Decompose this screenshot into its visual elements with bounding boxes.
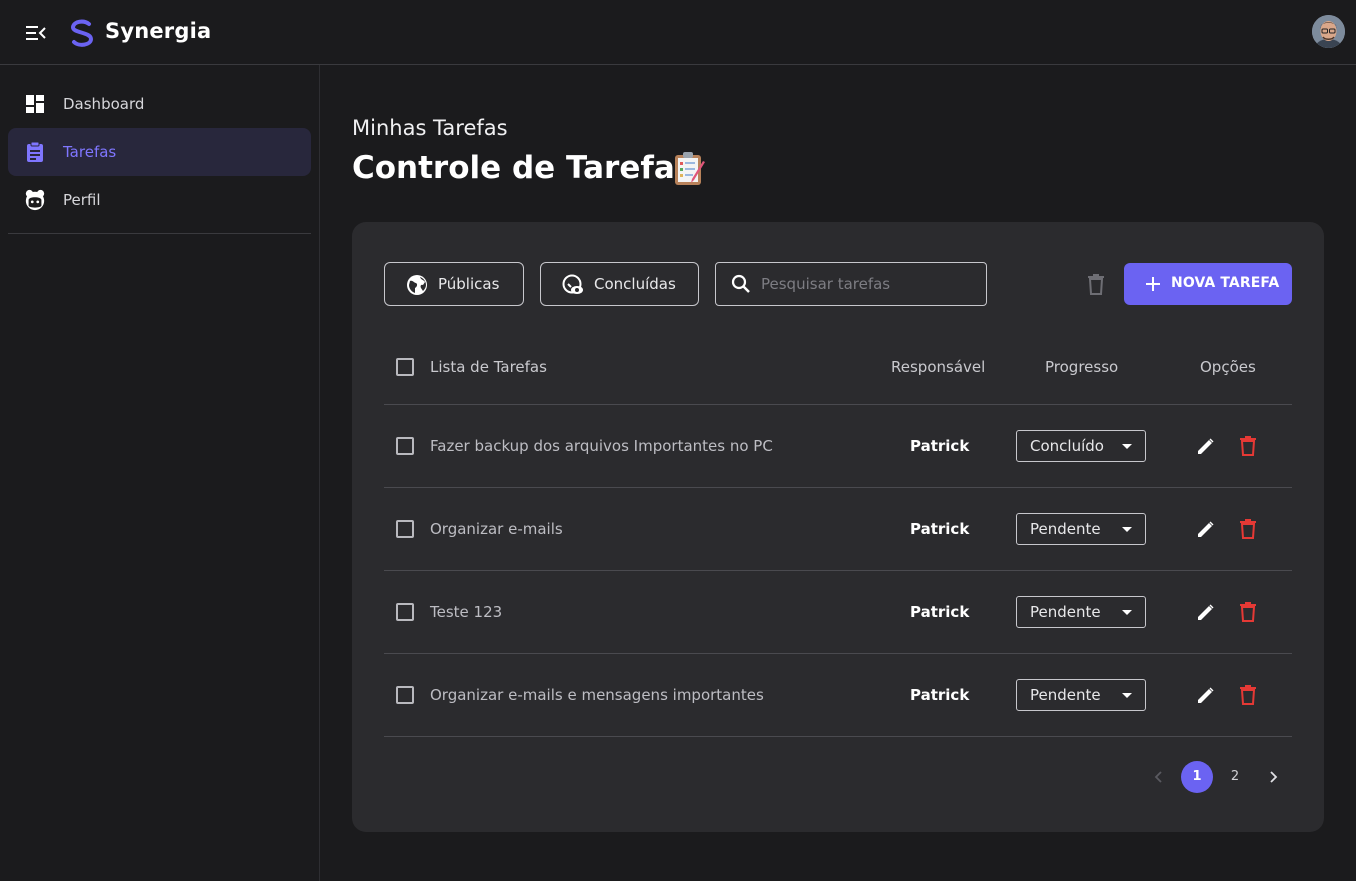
public-filter-label: Públicas xyxy=(438,275,500,293)
menu-collapse-icon[interactable] xyxy=(25,24,47,42)
header-progress: Progresso xyxy=(1045,358,1119,376)
progress-select[interactable]: Pendente xyxy=(1016,679,1146,711)
sidebar-item-label: Tarefas xyxy=(63,143,117,161)
delete-icon[interactable] xyxy=(1240,685,1256,705)
public-filter-button[interactable]: Públicas xyxy=(384,262,524,306)
row-divider xyxy=(384,570,1292,571)
task-responsible: Patrick xyxy=(910,686,970,704)
edit-icon[interactable] xyxy=(1196,602,1216,622)
delete-icon[interactable] xyxy=(1240,436,1256,456)
user-avatar[interactable] xyxy=(1312,15,1345,48)
dashboard-icon xyxy=(26,95,44,113)
clipboard-emoji-icon xyxy=(675,152,705,185)
synergia-logo-icon[interactable] xyxy=(66,17,98,49)
sidebar-item-label: Dashboard xyxy=(63,95,145,113)
header-responsible: Responsável xyxy=(891,358,986,376)
page-button-2[interactable]: 2 xyxy=(1219,761,1251,793)
sidebar-item-perfil[interactable]: Perfil xyxy=(8,176,311,224)
brand-name[interactable]: Synergia xyxy=(105,19,211,43)
sidebar-divider xyxy=(8,233,311,234)
top-bar: Synergia xyxy=(0,0,1356,65)
progress-select[interactable]: Pendente xyxy=(1016,513,1146,545)
header-options: Opções xyxy=(1200,358,1256,376)
sidebar-item-dashboard[interactable]: Dashboard xyxy=(8,80,311,128)
new-task-button[interactable]: NOVA TAREFA xyxy=(1124,263,1292,305)
completed-filter-button[interactable]: Concluídas xyxy=(540,262,699,306)
edit-icon[interactable] xyxy=(1196,436,1216,456)
delete-icon[interactable] xyxy=(1240,602,1256,622)
sidebar-item-label: Perfil xyxy=(63,191,101,209)
edit-icon[interactable] xyxy=(1196,685,1216,705)
progress-select[interactable]: Concluído xyxy=(1016,430,1146,462)
caret-down-icon xyxy=(1122,527,1132,532)
page-button-1[interactable]: 1 xyxy=(1181,761,1213,793)
row-divider xyxy=(384,653,1292,654)
tasks-card: Públicas Concluídas NOVA TAREFA Lista de… xyxy=(352,222,1324,832)
progress-value: Pendente xyxy=(1030,686,1101,704)
clipboard-icon xyxy=(27,141,43,162)
page-subtitle: Minhas Tarefas xyxy=(352,116,508,140)
globe-icon xyxy=(407,275,427,295)
row-divider xyxy=(384,404,1292,405)
progress-select[interactable]: Pendente xyxy=(1016,596,1146,628)
row-checkbox[interactable] xyxy=(396,686,414,704)
task-name: Fazer backup dos arquivos Importantes no… xyxy=(430,437,773,455)
page-number: 2 xyxy=(1230,769,1240,784)
profile-face-icon xyxy=(25,189,45,211)
bulk-delete-icon[interactable] xyxy=(1086,273,1106,295)
page-title: Controle de Tarefas xyxy=(352,150,694,186)
task-responsible: Patrick xyxy=(910,437,970,455)
header-task-list: Lista de Tarefas xyxy=(430,358,547,376)
caret-down-icon xyxy=(1122,444,1132,449)
plus-icon xyxy=(1146,277,1160,291)
chevron-left-icon[interactable] xyxy=(1152,770,1166,784)
sidebar: Dashboard Tarefas Perfil xyxy=(0,65,320,881)
task-name: Organizar e-mails xyxy=(430,520,563,538)
eye-check-icon xyxy=(562,274,583,294)
page-number: 1 xyxy=(1192,769,1202,784)
task-responsible: Patrick xyxy=(910,520,970,538)
caret-down-icon xyxy=(1122,693,1132,698)
progress-value: Concluído xyxy=(1030,437,1104,455)
task-responsible: Patrick xyxy=(910,603,970,621)
completed-filter-label: Concluídas xyxy=(594,275,676,293)
progress-value: Pendente xyxy=(1030,520,1101,538)
progress-value: Pendente xyxy=(1030,603,1101,621)
row-divider xyxy=(384,736,1292,737)
row-checkbox[interactable] xyxy=(396,520,414,538)
delete-icon[interactable] xyxy=(1240,519,1256,539)
sidebar-item-tarefas[interactable]: Tarefas xyxy=(8,128,311,176)
row-divider xyxy=(384,487,1292,488)
caret-down-icon xyxy=(1122,610,1132,615)
chevron-right-icon[interactable] xyxy=(1266,770,1280,784)
select-all-checkbox[interactable] xyxy=(396,358,414,376)
edit-icon[interactable] xyxy=(1196,519,1216,539)
row-checkbox[interactable] xyxy=(396,437,414,455)
task-name: Organizar e-mails e mensagens importante… xyxy=(430,686,764,704)
new-task-label: NOVA TAREFA xyxy=(1171,275,1280,291)
search-input[interactable] xyxy=(761,272,976,296)
task-name: Teste 123 xyxy=(430,603,503,621)
search-icon xyxy=(731,274,750,293)
row-checkbox[interactable] xyxy=(396,603,414,621)
search-field[interactable] xyxy=(715,262,987,306)
